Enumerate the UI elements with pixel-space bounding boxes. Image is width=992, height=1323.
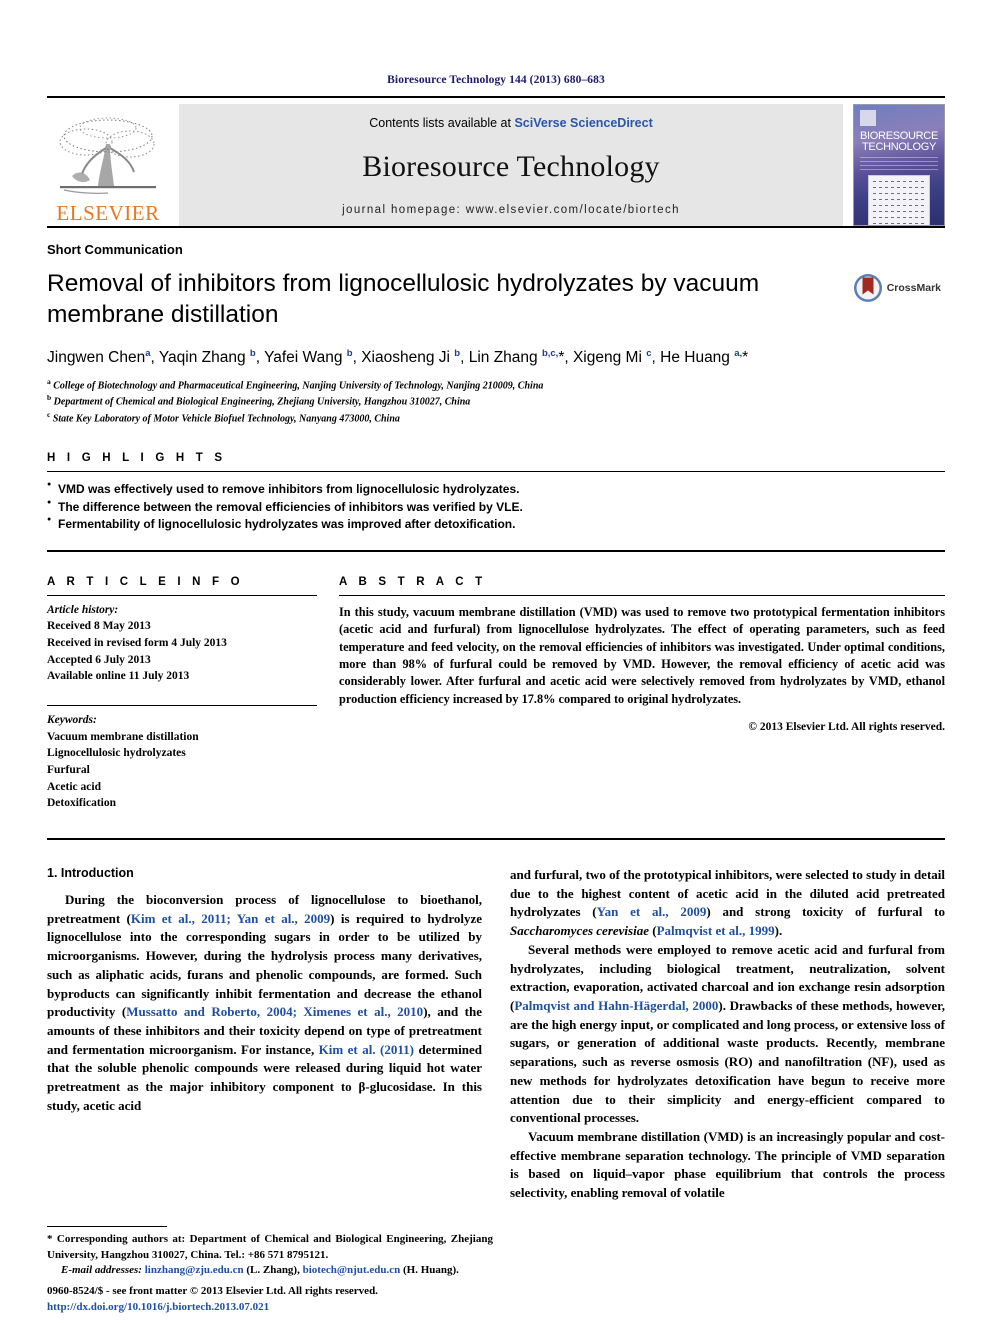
keyword-item: Acetic acid — [47, 780, 101, 793]
masthead-top-rule — [47, 96, 945, 98]
cover-subtitle-lines — [860, 157, 938, 171]
affiliation-text-b: Department of Chemical and Biological En… — [53, 396, 471, 408]
highlight-item: The difference between the removal effic… — [47, 498, 945, 516]
affiliation-b: b Department of Chemical and Biological … — [47, 393, 945, 410]
article-history-item: Received 8 May 2013 — [47, 620, 151, 633]
journal-homepage-link[interactable]: journal homepage: www.elsevier.com/locat… — [342, 204, 680, 216]
elsevier-logo: ELSEVIER — [47, 104, 169, 226]
article-history-item: Received in revised form 4 July 2013 — [47, 636, 227, 649]
abstract-section: A B S T R A C T In this study, vacuum me… — [339, 576, 945, 812]
keyword-item: Detoxification — [47, 797, 116, 810]
body-left-column: 1. Introduction During the bioconversion… — [47, 866, 482, 1203]
body-right-column: and furfural, two of the prototypical in… — [510, 866, 945, 1203]
footnote-area: * Corresponding authors at: Department o… — [47, 1226, 493, 1279]
article-info-section: A R T I C L E I N F O Article history: R… — [47, 576, 317, 812]
crossmark-label: CrossMark — [886, 282, 941, 294]
section-heading-introduction: 1. Introduction — [47, 865, 134, 880]
article-history-item: Available online 11 July 2013 — [47, 670, 190, 683]
article-type-label: Short Communication — [47, 242, 183, 257]
keywords-block: Keywords: Vacuum membrane distillation L… — [47, 704, 317, 812]
contents-available-line: Contents lists available at SciVerse Sci… — [369, 116, 653, 130]
title-block: Short Communication Removal of inhibitor… — [47, 226, 945, 426]
affiliation-text-a: College of Biotechnology and Pharmaceuti… — [53, 380, 544, 392]
body-paragraph: Vacuum membrane distillation (VMD) is an… — [510, 1129, 945, 1201]
keyword-item: Vacuum membrane distillation — [47, 730, 199, 743]
crossmark-icon — [853, 274, 882, 302]
affiliation-mark-a: a — [47, 376, 51, 386]
email-addresses-note: E-mail addresses: linzhang@zju.edu.cn (L… — [61, 1264, 459, 1277]
footnote-rule — [47, 1226, 167, 1228]
doi-link[interactable]: http://dx.doi.org/10.1016/j.biortech.201… — [47, 1300, 507, 1315]
crossmark-badge[interactable]: CrossMark — [853, 273, 941, 303]
cover-title: BIORESOURCE TECHNOLOGY — [854, 131, 944, 153]
highlights-section: H I G H L I G H T S VMD was effectively … — [47, 452, 945, 533]
highlights-heading: H I G H L I G H T S — [47, 452, 227, 465]
sciencedirect-link[interactable]: SciVerse ScienceDirect — [514, 116, 652, 130]
issn-doi-footer: 0960-8524/$ - see front matter © 2013 El… — [47, 1284, 507, 1315]
article-info-rule — [47, 594, 317, 596]
body-paragraph: During the bioconversion process of lign… — [47, 891, 483, 1113]
affiliation-text-c: State Key Laboratory of Motor Vehicle Bi… — [52, 413, 400, 425]
cover-title-line2: TECHNOLOGY — [861, 141, 936, 153]
keywords-rule — [47, 704, 317, 706]
journal-cover-thumbnail: BIORESOURCE TECHNOLOGY Volume 1 Issue 1 — [853, 104, 945, 226]
abstract-text: In this study, vacuum membrane distillat… — [339, 604, 945, 706]
body-paragraph: Several methods were employed to remove … — [510, 941, 946, 1126]
highlights-list: VMD was effectively used to remove inhib… — [47, 480, 945, 533]
affiliation-a: a College of Biotechnology and Pharmaceu… — [47, 377, 945, 394]
journal-masthead: ELSEVIER Contents lists available at Sci… — [47, 104, 945, 226]
journal-title: Bioresource Technology — [362, 150, 660, 183]
affiliation-mark-c: c — [47, 409, 51, 419]
issn-line: 0960-8524/$ - see front matter © 2013 El… — [47, 1285, 378, 1298]
elsevier-tree-icon — [59, 117, 156, 194]
highlight-item: VMD was effectively used to remove inhib… — [47, 480, 945, 498]
affiliation-list: a College of Biotechnology and Pharmaceu… — [47, 377, 945, 427]
highlight-item: Fermentability of lignocellulosic hydrol… — [47, 515, 945, 533]
page-title: Removal of inhibitors from lignocellulos… — [47, 270, 760, 328]
highlights-bottom-rule — [47, 549, 945, 552]
body-columns: 1. Introduction During the bioconversion… — [47, 866, 945, 1203]
article-history-label: Article history: — [47, 603, 119, 616]
affiliation-c: c State Key Laboratory of Motor Vehicle … — [47, 410, 945, 427]
highlights-rule — [47, 471, 945, 473]
body-paragraph: and furfural, two of the prototypical in… — [510, 866, 945, 939]
running-head: Bioresource Technology 144 (2013) 680–68… — [387, 74, 605, 86]
article-history-item: Accepted 6 July 2013 — [47, 653, 151, 666]
corresponding-author-note: * Corresponding authors at: Department o… — [47, 1233, 493, 1261]
elsevier-wordmark: ELSEVIER — [56, 201, 160, 225]
cover-volume-label: Volume 1 Issue 1 — [878, 213, 920, 219]
keyword-item: Furfural — [47, 763, 90, 776]
article-history-block: Article history: Received 8 May 2013 Rec… — [47, 602, 317, 685]
author-list: Jingwen Chena, Yaqin Zhang b, Yafei Wang… — [47, 347, 749, 366]
abstract-copyright: © 2013 Elsevier Ltd. All rights reserved… — [748, 721, 945, 734]
keywords-label: Keywords: — [47, 713, 97, 726]
cover-elsevier-mark-icon — [860, 110, 876, 126]
keyword-item: Lignocellulosic hydrolyzates — [47, 747, 186, 760]
abstract-heading: A B S T R A C T — [339, 575, 487, 588]
info-abstract-row: A R T I C L E I N F O Article history: R… — [47, 576, 945, 812]
abstract-rule — [339, 594, 945, 596]
affiliation-mark-b: b — [47, 393, 52, 403]
journal-article-page: Bioresource Technology 144 (2013) 680–68… — [0, 0, 992, 1323]
journal-banner: Contents lists available at SciVerse Sci… — [179, 104, 843, 226]
contents-prefix: Contents lists available at — [369, 116, 515, 130]
abstract-bottom-rule — [47, 837, 945, 840]
article-info-heading: A R T I C L E I N F O — [47, 575, 244, 588]
